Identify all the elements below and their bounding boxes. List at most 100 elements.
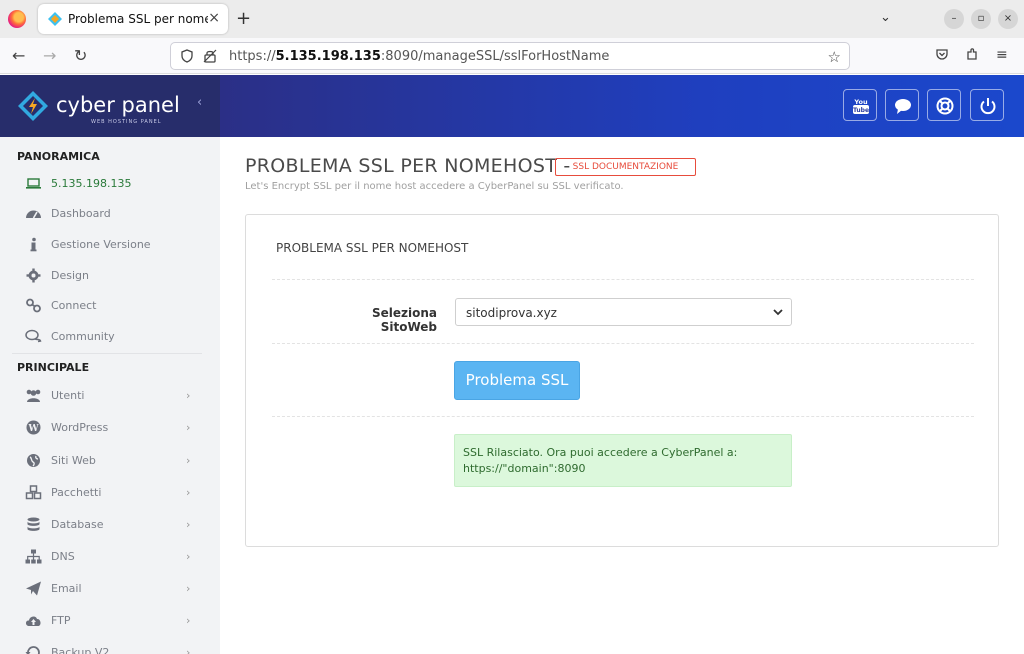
sidebar-divider: [12, 353, 202, 354]
sidebar-item-backup[interactable]: Backup V2 ›: [0, 638, 220, 654]
divider: [272, 343, 974, 344]
sitemap-icon: [25, 549, 42, 564]
shield-icon[interactable]: [181, 49, 193, 63]
brand-header[interactable]: cyber panel WEB HOSTING PANEL ‹: [0, 75, 220, 137]
sidebar-item-packages[interactable]: Pacchetti ›: [0, 478, 220, 508]
tab-close-icon[interactable]: ×: [208, 10, 220, 26]
menu-icon[interactable]: ≡: [996, 47, 1008, 63]
sidebar-item-label: Siti Web: [51, 454, 96, 467]
url-bar[interactable]: https://5.135.198.135:8090/manageSSL/ssl…: [170, 42, 850, 70]
dashboard-icon: [26, 210, 41, 219]
section-title-overview: PANORAMICA: [17, 150, 100, 163]
sidebar-item-label: Backup V2: [51, 646, 110, 654]
close-window-button[interactable]: ×: [998, 9, 1018, 29]
sidebar-item-database[interactable]: Database ›: [0, 510, 220, 540]
power-icon: [980, 98, 996, 115]
browser-tab-active[interactable]: Problema SSL per nomehost ×: [38, 4, 228, 34]
sidebar-item-ftp[interactable]: FTP ›: [0, 606, 220, 636]
list-tabs-chevron-icon[interactable]: ⌄: [880, 10, 891, 25]
link-icon: [26, 298, 41, 313]
page-title: PROBLEMA SSL PER NOMEHOST -: [245, 155, 571, 177]
chevron-right-icon: ›: [186, 389, 191, 402]
support-icon: [936, 97, 954, 115]
sidebar-item-label: FTP: [51, 614, 71, 627]
tab-title: Problema SSL per nomehost: [68, 12, 208, 26]
logout-button[interactable]: [970, 89, 1004, 121]
lock-icon[interactable]: [203, 49, 217, 63]
sidebar-item-label: Email: [51, 582, 82, 595]
bookmark-star-icon[interactable]: ☆: [828, 48, 841, 66]
section-title-main: PRINCIPALE: [17, 361, 90, 374]
minimize-button[interactable]: –: [944, 9, 964, 29]
sidebar-item-label: Database: [51, 518, 104, 531]
sidebar-item-connect[interactable]: Connect: [0, 291, 220, 321]
chevron-down-icon: [773, 309, 783, 316]
url-text[interactable]: https://5.135.198.135:8090/manageSSL/ssl…: [229, 49, 609, 64]
sidebar-item-wordpress[interactable]: W WordPress ›: [0, 413, 220, 443]
ssl-documentation-link[interactable]: SSL DOCUMENTAZIONE: [555, 158, 696, 176]
chevron-right-icon: ›: [186, 518, 191, 531]
divider: [272, 416, 974, 417]
brand-name: cyber panel: [56, 93, 180, 117]
globe-icon: [27, 454, 40, 467]
chat-icon: [895, 99, 911, 114]
wordpress-icon: W: [26, 420, 41, 435]
card-title: PROBLEMA SSL PER NOMEHOST: [276, 241, 469, 255]
divider: [272, 279, 974, 280]
sidebar-item-email[interactable]: Email ›: [0, 574, 220, 604]
chevron-right-icon: ›: [186, 614, 191, 627]
sidebar-item-label: Pacchetti: [51, 486, 102, 499]
website-select[interactable]: sitodiprova.xyz: [455, 298, 792, 326]
sidebar-item-label: Community: [51, 330, 115, 343]
ssl-hostname-card: PROBLEMA SSL PER NOMEHOST Seleziona Sito…: [245, 214, 999, 547]
sidebar-item-label: Design: [51, 269, 89, 282]
cyberpanel-logo-icon: [18, 91, 48, 121]
sidebar-item-design[interactable]: Design: [0, 261, 220, 291]
maximize-button[interactable]: ▫: [971, 9, 991, 29]
sidebar-item-users[interactable]: Utenti ›: [0, 381, 220, 411]
back-arrow-icon[interactable]: ←: [12, 46, 25, 65]
cloud-upload-icon: [26, 616, 41, 626]
chat-button[interactable]: [885, 89, 919, 121]
cyberpanel-favicon-icon: [48, 12, 62, 26]
brand-subtitle: WEB HOSTING PANEL: [91, 119, 162, 125]
browser-tab-bar: Problema SSL per nomehost × + ⌄ – ▫ ×: [0, 0, 1024, 38]
top-header-bar: You Tube: [220, 75, 1024, 137]
chevron-right-icon: ›: [186, 646, 191, 654]
svg-text:You: You: [853, 98, 868, 106]
chevron-right-icon: ›: [186, 454, 191, 467]
sidebar-item-websites[interactable]: Siti Web ›: [0, 446, 220, 476]
sidebar-item-version[interactable]: Gestione Versione: [0, 230, 220, 260]
cubes-icon: [25, 485, 42, 500]
chevron-right-icon: ›: [186, 421, 191, 434]
youtube-icon: You Tube: [853, 98, 869, 114]
sidebar-item-label: 5.135.198.135: [51, 177, 132, 190]
sidebar-item-community[interactable]: Community: [0, 322, 220, 352]
sidebar-item-dns[interactable]: DNS ›: [0, 542, 220, 572]
sidebar: cyber panel WEB HOSTING PANEL ‹ PANORAMI…: [0, 75, 220, 654]
database-icon: [27, 517, 40, 531]
alert-message: SSL Rilasciato. Ora puoi accedere a Cybe…: [463, 446, 738, 459]
comments-icon: [25, 329, 42, 343]
sidebar-item-label: WordPress: [51, 421, 109, 434]
sidebar-item-dashboard[interactable]: Dashboard: [0, 199, 220, 229]
browser-nav-bar: ← → ↻ https://5.135.198.135:8090/manageS…: [0, 38, 1024, 74]
support-button[interactable]: [927, 89, 961, 121]
new-tab-button[interactable]: +: [236, 8, 251, 29]
youtube-button[interactable]: You Tube: [843, 89, 877, 121]
sidebar-item-server-ip[interactable]: 5.135.198.135: [0, 169, 220, 199]
issue-ssl-button[interactable]: Problema SSL: [454, 361, 580, 400]
paper-plane-icon: [26, 581, 41, 596]
firefox-icon[interactable]: [8, 10, 26, 28]
chevron-right-icon: ›: [186, 550, 191, 563]
laptop-icon: [26, 178, 41, 189]
svg-text:W: W: [27, 424, 39, 434]
sidebar-collapse-icon[interactable]: ‹: [197, 95, 202, 110]
backup-icon: [25, 646, 40, 654]
reload-icon[interactable]: ↻: [74, 46, 87, 65]
page-subtitle: Let's Encrypt SSL per il nome host acced…: [245, 181, 624, 192]
forward-arrow-icon[interactable]: →: [43, 46, 56, 65]
gear-icon: [26, 268, 41, 283]
extensions-icon[interactable]: [965, 47, 979, 61]
pocket-icon[interactable]: [935, 47, 949, 61]
